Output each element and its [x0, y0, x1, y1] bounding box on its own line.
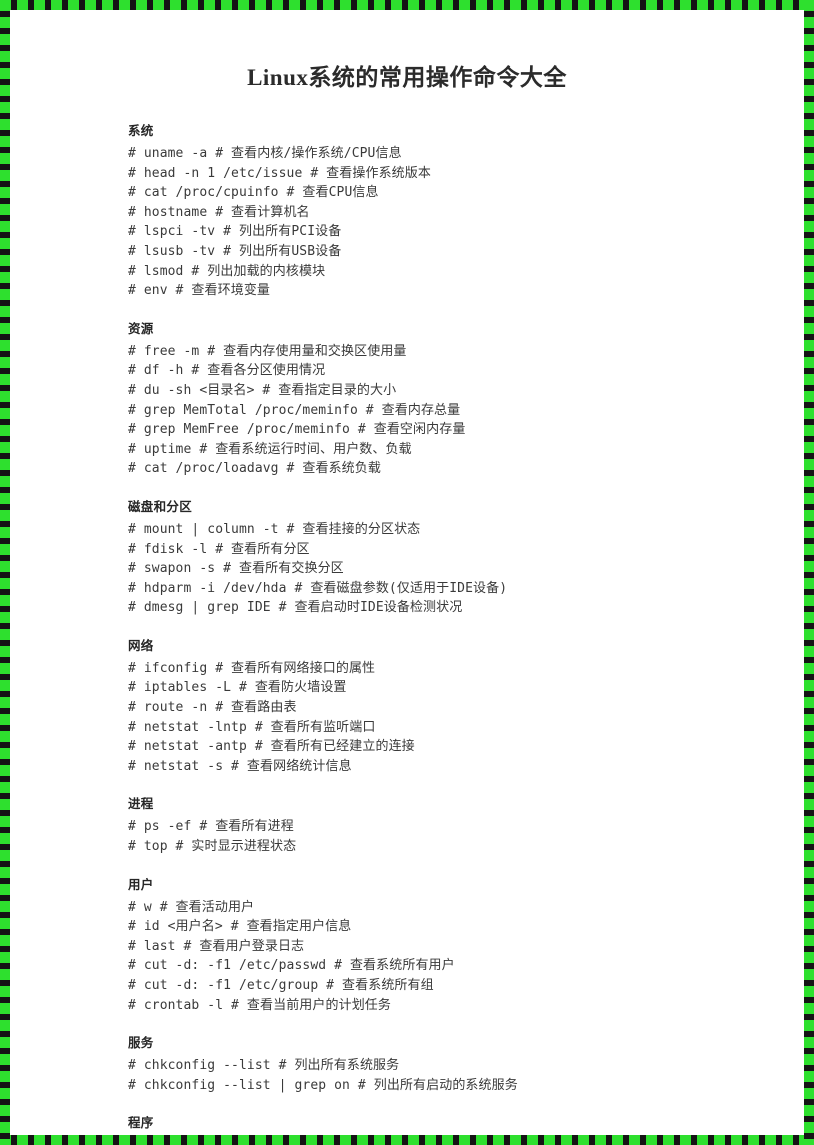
command-list: # w # 查看活动用户 # id <用户名> # 查看指定用户信息 # last …: [128, 898, 780, 1016]
command-section: 系统 # uname -a # 查看内核/操作系统/CPU信息 # head -n …: [128, 120, 780, 301]
command-line: # du -sh <目录名> # 查看指定目录的大小: [128, 382, 397, 398]
command-line: # dmesg | grep IDE # 查看启动时IDE设备检测状况: [128, 600, 463, 616]
document-title: Linux系统的常用操作命令大全: [247, 65, 567, 90]
command-section: 程序: [128, 1112, 780, 1131]
command-line: # uname -a # 查看内核/操作系统/CPU信息: [128, 146, 402, 161]
command-line: # last # 查看用户登录日志: [128, 938, 305, 954]
section-heading: 网络: [128, 637, 154, 653]
command-line: # fdisk -l # 查看所有分区: [128, 541, 310, 557]
command-section: 服务 # chkconfig --list # 列出所有系统服务 # chkconf…: [128, 1032, 780, 1095]
command-line: # crontab -l # 查看当前用户的计划任务: [128, 997, 391, 1013]
command-list: # ifconfig # 查看所有网络接口的属性 # iptables -L # …: [128, 659, 780, 777]
document-page: Linux系统的常用操作命令大全 系统 # uname -a # 查看内核/操作系…: [10, 10, 804, 1135]
section-heading: 磁盘和分区: [128, 498, 193, 514]
command-line: # cat /proc/loadavg # 查看系统负载: [128, 461, 381, 477]
section-heading: 资源: [128, 320, 154, 336]
command-section: 网络 # ifconfig # 查看所有网络接口的属性 # iptables -L …: [128, 635, 780, 777]
command-line: # ps -ef # 查看所有进程: [128, 819, 294, 835]
section-heading: 服务: [128, 1035, 154, 1051]
page-border-top: [0, 0, 814, 10]
command-line: # hdparm -i /dev/hda # 查看磁盘参数(仅适用于IDE设备): [128, 580, 508, 596]
command-line: # head -n 1 /etc/issue # 查看操作系统版本: [128, 165, 431, 181]
command-list: # ps -ef # 查看所有进程 # top # 实时显示进程状态: [128, 817, 780, 856]
command-list: # mount | column -t # 查看挂接的分区状态 # fdisk -…: [128, 520, 780, 618]
command-line: # cut -d: -f1 /etc/passwd # 查看系统所有用户: [128, 958, 455, 974]
command-line: # cat /proc/cpuinfo # 查看CPU信息: [128, 185, 379, 201]
command-line: # cut -d: -f1 /etc/group # 查看系统所有组: [128, 978, 434, 993]
command-line: # id <用户名> # 查看指定用户信息: [128, 919, 352, 935]
page-border-left: [0, 0, 10, 1145]
command-line: # swapon -s # 查看所有交换分区: [128, 561, 344, 577]
section-heading: 程序: [128, 1115, 154, 1131]
page-border-bottom: [0, 1135, 814, 1145]
command-line: # grep MemFree /proc/meminfo # 查看空闲内存量: [128, 422, 466, 438]
command-section: 磁盘和分区 # mount | column -t # 查看挂接的分区状态 # fd…: [128, 496, 780, 618]
section-heading: 用户: [128, 876, 154, 892]
command-line: # env # 查看环境变量: [128, 283, 271, 299]
command-line: # lsmod # 列出加载的内核模块: [128, 263, 326, 279]
command-line: # netstat -antp # 查看所有已经建立的连接: [128, 739, 415, 755]
command-line: # uptime # 查看系统运行时间、用户数、负载: [128, 441, 412, 457]
command-line: # grep MemTotal /proc/meminfo # 查看内存总量: [128, 402, 461, 418]
command-line: # free -m # 查看内存使用量和交换区使用量: [128, 343, 407, 359]
page-frame: Linux系统的常用操作命令大全 系统 # uname -a # 查看内核/操作系…: [0, 0, 814, 1145]
command-section: 进程 # ps -ef # 查看所有进程 # top # 实时显示进程状态: [128, 793, 780, 856]
command-line: # chkconfig --list # 列出所有系统服务: [128, 1058, 400, 1074]
command-line: # iptables -L # 查看防火墙设置: [128, 680, 347, 696]
command-line: # w # 查看活动用户: [128, 899, 255, 915]
command-line: # mount | column -t # 查看挂接的分区状态: [128, 521, 421, 537]
command-list: # free -m # 查看内存使用量和交换区使用量 # df -h # 查看各分…: [128, 342, 780, 479]
command-line: # ifconfig # 查看所有网络接口的属性: [128, 660, 376, 676]
command-section: 用户 # w # 查看活动用户 # id <用户名> # 查看指定用户信息 # las…: [128, 874, 780, 1016]
command-line: # netstat -lntp # 查看所有监听端口: [128, 719, 376, 735]
command-line: # hostname # 查看计算机名: [128, 204, 310, 220]
command-line: # netstat -s # 查看网络统计信息: [128, 758, 352, 774]
command-line: # top # 实时显示进程状态: [128, 839, 297, 855]
command-line: # route -n # 查看路由表: [128, 700, 297, 716]
section-heading: 进程: [128, 796, 154, 812]
command-sections: 系统 # uname -a # 查看内核/操作系统/CPU信息 # head -n …: [10, 120, 804, 1131]
page-border-right: [804, 0, 814, 1145]
section-heading: 系统: [128, 123, 154, 138]
command-list: # uname -a # 查看内核/操作系统/CPU信息 # head -n 1 …: [128, 144, 780, 301]
command-list: # chkconfig --list # 列出所有系统服务 # chkconfig…: [128, 1056, 780, 1095]
command-line: # df -h # 查看各分区使用情况: [128, 363, 326, 379]
command-line: # lspci -tv # 列出所有PCI设备: [128, 224, 342, 240]
command-section: 资源 # free -m # 查看内存使用量和交换区使用量 # df -h # 查看…: [128, 318, 780, 479]
command-line: # chkconfig --list | grep on # 列出所有启动的系统…: [128, 1077, 518, 1093]
command-line: # lsusb -tv # 列出所有USB设备: [128, 243, 342, 259]
